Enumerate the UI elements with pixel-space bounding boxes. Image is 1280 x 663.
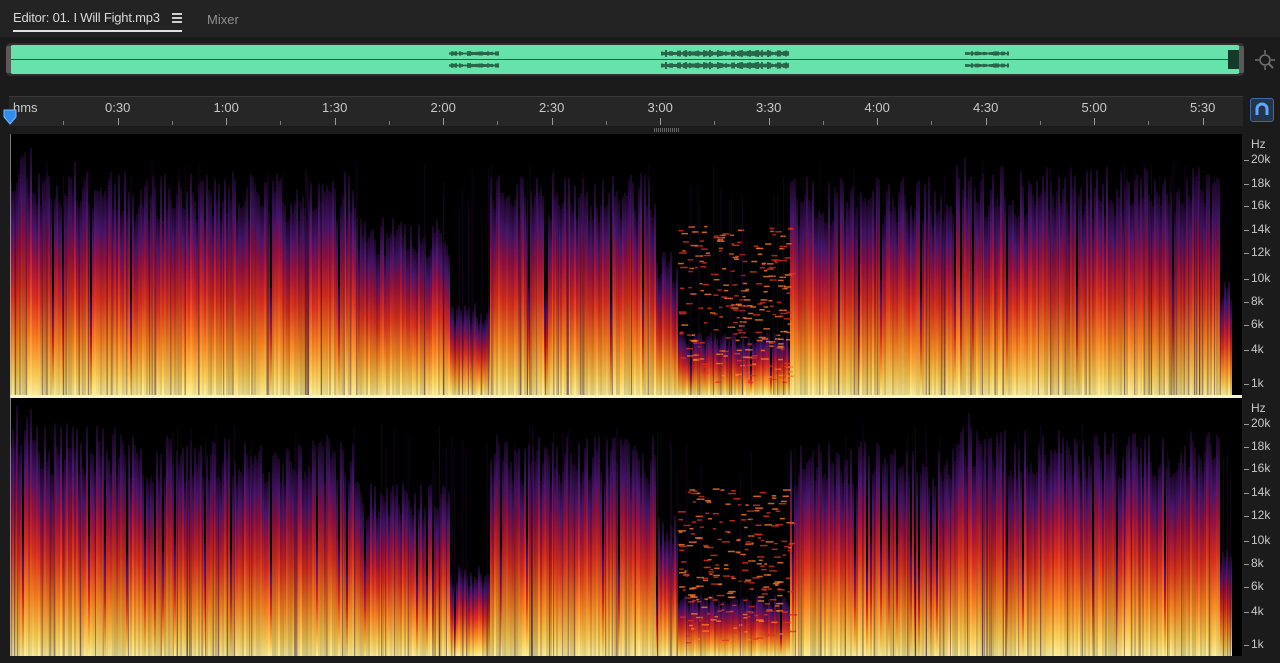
time-tick-minor: [714, 121, 716, 125]
spectrogram-right-graphic: [10, 406, 1232, 656]
magnet-icon[interactable]: [1250, 98, 1274, 122]
frequency-unit-label: Hz: [1251, 137, 1266, 151]
frequency-tick: [1244, 645, 1249, 647]
time-tick-label: 1:30: [322, 100, 348, 115]
frequency-tick: [1244, 253, 1249, 254]
time-tick-major: [1202, 118, 1204, 125]
overview-waveform-graphic: [10, 49, 1240, 70]
frequency-label: 8k: [1251, 556, 1264, 571]
frequency-unit-label: Hz: [1251, 401, 1266, 415]
playhead-icon[interactable]: [3, 109, 17, 125]
time-tick-minor: [1039, 121, 1041, 125]
frequency-label: 16k: [1251, 198, 1271, 212]
panel-resize-grip[interactable]: [654, 128, 680, 132]
time-tick-minor: [280, 121, 282, 125]
frequency-label: 1k: [1251, 376, 1264, 390]
tab-editor-label: Editor: 01. I Will Fight.mp3: [13, 10, 160, 25]
time-tick-minor: [931, 121, 933, 125]
frequency-label: 4k: [1251, 342, 1264, 356]
spectrogram-channel-right[interactable]: [10, 398, 1242, 656]
frequency-tick: [1244, 384, 1249, 385]
frequency-tick: [1244, 611, 1249, 613]
frequency-label: 16k: [1251, 461, 1271, 476]
frequency-label: 4k: [1251, 603, 1264, 618]
frequency-label: 10k: [1251, 533, 1271, 548]
time-tick-label: 4:30: [973, 100, 999, 115]
frequency-label: 6k: [1251, 578, 1264, 593]
time-tick-minor: [171, 121, 173, 125]
time-tick-major: [985, 118, 987, 125]
frequency-tick: [1244, 423, 1249, 425]
time-tick-label: 3:30: [756, 100, 782, 115]
time-tick-major: [443, 118, 444, 125]
frequency-label: 1k: [1251, 637, 1264, 652]
time-tick-label: 2:30: [539, 100, 565, 115]
frequency-tick: [1244, 279, 1249, 280]
active-tab-indicator: [13, 30, 182, 32]
time-tick-minor: [497, 121, 499, 125]
frequency-tick: [1244, 541, 1249, 543]
time-tick-minor: [388, 121, 390, 125]
frequency-label: 12k: [1251, 245, 1271, 259]
time-tick-major: [1094, 118, 1095, 125]
frequency-tick: [1244, 206, 1249, 207]
time-tick-major: [117, 118, 119, 125]
overview-waveform[interactable]: [10, 45, 1240, 74]
tab-mixer[interactable]: Mixer: [207, 12, 239, 27]
time-ruler[interactable]: hms 0:30 1:00 1:30 2:00 2:30 3:00 3:30 4:00 4:30…: [9, 96, 1243, 126]
time-tick-major: [334, 118, 336, 125]
frequency-label: 14k: [1251, 222, 1271, 236]
time-tick-minor: [1148, 121, 1150, 125]
overview-range-handle-left[interactable]: [6, 46, 11, 73]
frequency-label: 10k: [1251, 271, 1271, 285]
frequency-tick: [1244, 160, 1249, 161]
time-tick-label: 2:00: [430, 100, 456, 115]
frequency-tick: [1244, 447, 1249, 449]
overview-range-handle-right[interactable]: [1239, 46, 1244, 73]
frequency-tick: [1244, 230, 1249, 231]
frequency-scale-left: Hz 20k 18k 16k 14k 12k 10k 8k 6k 4k 1k: [1244, 134, 1280, 395]
time-tick-minor: [605, 121, 607, 125]
frequency-tick: [1244, 350, 1249, 351]
frequency-label: 20k: [1251, 152, 1271, 166]
time-tick-major: [877, 118, 878, 125]
time-tick-major: [551, 118, 553, 125]
frequency-tick: [1244, 564, 1249, 566]
frequency-label: 14k: [1251, 484, 1271, 499]
time-tick-label: 5:00: [1081, 100, 1107, 115]
frequency-tick: [1244, 302, 1249, 303]
frequency-tick: [1244, 492, 1249, 494]
frequency-tick: [1244, 325, 1249, 326]
spectrogram-left-graphic: [10, 147, 1232, 395]
spectrogram-channel-left[interactable]: [10, 134, 1242, 395]
time-tick-major: [226, 118, 227, 125]
time-tick-label: 3:00: [647, 100, 673, 115]
panel-tab-bar: Editor: 01. I Will Fight.mp3 Mixer: [0, 0, 1280, 37]
frequency-label: 20k: [1251, 415, 1271, 430]
frequency-label: 18k: [1251, 439, 1271, 454]
frequency-label: 8k: [1251, 294, 1264, 308]
time-tick-major: [768, 118, 770, 125]
frequency-label: 12k: [1251, 507, 1271, 522]
frequency-tick: [1244, 184, 1249, 185]
time-tick-minor: [822, 121, 824, 125]
frequency-tick: [1244, 586, 1249, 588]
menu-icon[interactable]: [172, 13, 182, 23]
time-tick-label: 1:00: [213, 100, 239, 115]
frequency-label: 18k: [1251, 176, 1271, 190]
time-tick-label: 5:30: [1190, 100, 1216, 115]
frequency-tick: [1244, 469, 1249, 471]
time-tick-label: 4:00: [864, 100, 890, 115]
frequency-tick: [1244, 515, 1249, 517]
zoom-icon[interactable]: [1255, 49, 1275, 71]
time-tick-label: 0:30: [105, 100, 131, 115]
waveform-overview[interactable]: [6, 43, 1244, 76]
playhead-line: [10, 134, 11, 656]
frequency-label: 6k: [1251, 317, 1264, 331]
audio-editor: Editor: 01. I Will Fight.mp3 Mixer hms 0…: [0, 0, 1280, 663]
time-tick-minor: [63, 121, 65, 125]
time-tick-major: [660, 118, 661, 125]
tab-editor[interactable]: Editor: 01. I Will Fight.mp3: [13, 9, 182, 32]
frequency-scale-right: Hz 20k 18k 16k 14k 12k 10k 8k 6k 4k 1k: [1244, 398, 1280, 656]
